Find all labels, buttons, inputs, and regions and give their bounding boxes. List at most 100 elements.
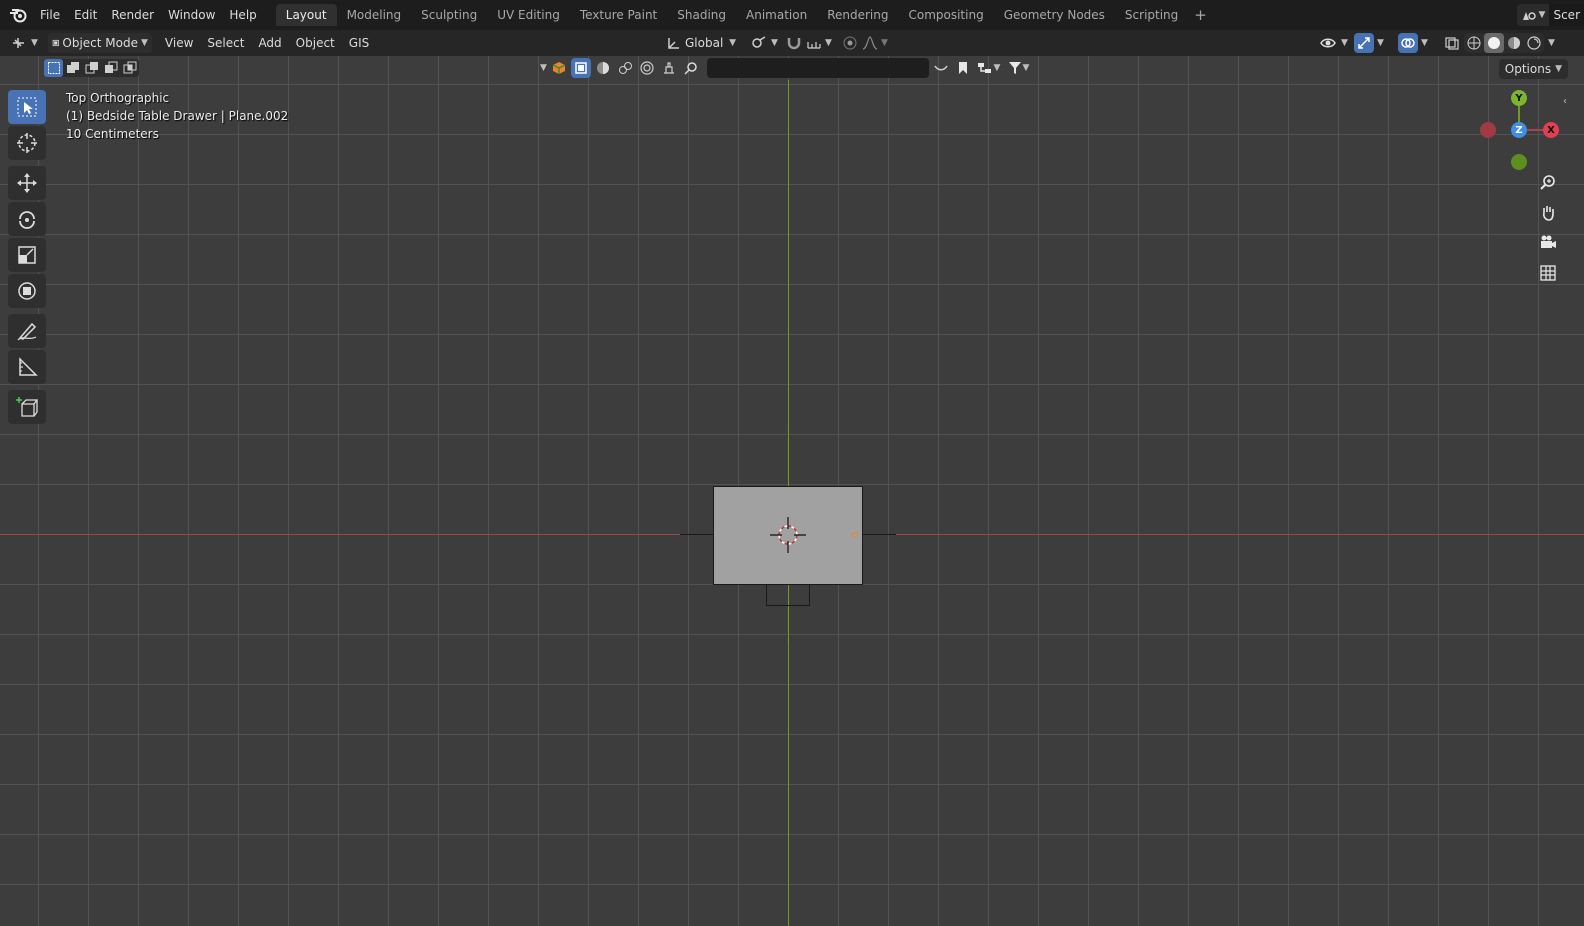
object-edge-left — [680, 534, 713, 535]
filter-funnel-icon[interactable]: ▼ — [1005, 58, 1033, 78]
scene-icon — [1522, 12, 1536, 20]
camera-view-button[interactable] — [1535, 230, 1561, 256]
add-cube-tool[interactable] — [8, 390, 46, 424]
chevron-down-icon: ▼ — [1555, 64, 1562, 74]
mode-dropdown[interactable]: Object Mode ▼ — [47, 33, 152, 53]
chevron-down-icon: ▼ — [141, 38, 148, 48]
object-cube-icon[interactable] — [549, 58, 569, 78]
tab-sculpting[interactable]: Sculpting — [411, 4, 487, 26]
select-intersect-icon[interactable] — [120, 59, 139, 77]
z-axis-ball[interactable]: Z — [1511, 122, 1527, 138]
chevron-down-icon[interactable]: ▼ — [540, 63, 547, 73]
menu-help[interactable]: Help — [222, 4, 263, 26]
neg-y-axis-ball[interactable] — [1511, 154, 1527, 170]
tab-geometry-nodes[interactable]: Geometry Nodes — [994, 4, 1115, 26]
chevron-down-icon: ▼ — [1341, 38, 1348, 48]
gizmo-icon — [1354, 33, 1374, 53]
neg-x-axis-ball[interactable] — [1480, 122, 1496, 138]
zoom-view-button[interactable] — [1535, 170, 1561, 196]
hand-icon — [1543, 206, 1554, 221]
sidebar-toggle-chevron-icon[interactable]: ‹ — [1563, 96, 1567, 107]
pan-view-button[interactable] — [1535, 200, 1561, 226]
options-dropdown[interactable]: Options ▼ — [1498, 59, 1568, 79]
camera-icon — [1541, 235, 1556, 248]
scene-data-icon[interactable] — [659, 58, 679, 78]
tab-modeling[interactable]: Modeling — [337, 4, 412, 26]
pivot-icon — [752, 36, 766, 48]
overlays-toggle[interactable]: ▼ — [1394, 33, 1432, 53]
transform-tool[interactable] — [8, 274, 46, 308]
transform-orientation-dropdown[interactable]: Global ▼ — [662, 33, 740, 53]
material-icon[interactable] — [593, 58, 613, 78]
falloff-dropdown[interactable]: ▼ — [858, 33, 892, 53]
drawer-handle-outline[interactable] — [766, 585, 810, 606]
select-box-tool[interactable] — [8, 90, 46, 124]
select-subtract-icon[interactable] — [82, 59, 101, 77]
menu-window[interactable]: Window — [161, 4, 222, 26]
navigation-gizmo[interactable]: X Y Z — [1478, 88, 1564, 174]
tab-compositing[interactable]: Compositing — [898, 4, 993, 26]
tab-texture-paint[interactable]: Texture Paint — [570, 4, 667, 26]
tab-animation[interactable]: Animation — [736, 4, 817, 26]
object-origin-point[interactable] — [852, 532, 858, 538]
scene-name[interactable]: Scer — [1549, 4, 1584, 26]
solid-shading-icon[interactable] — [1484, 33, 1504, 53]
overlays-icon — [1398, 33, 1418, 53]
menu-view[interactable]: View — [158, 36, 200, 50]
scale-tool[interactable] — [8, 238, 46, 272]
visibility-dropdown[interactable]: ▼ — [1316, 33, 1352, 53]
add-workspace-button[interactable]: + — [1188, 6, 1213, 24]
xray-toggle[interactable] — [1440, 33, 1464, 53]
world-icon[interactable] — [615, 58, 635, 78]
snap-target-dropdown[interactable]: ▼ — [802, 33, 836, 53]
wireframe-shading-icon[interactable] — [1464, 33, 1484, 53]
annotate-tool[interactable] — [8, 314, 46, 348]
top-bar: File Edit Render Window Help Layout Mode… — [0, 0, 1584, 30]
move-tool[interactable] — [8, 166, 46, 200]
menu-gis[interactable]: GIS — [342, 36, 376, 50]
rotate-tool[interactable] — [8, 202, 46, 236]
menu-object[interactable]: Object — [289, 36, 342, 50]
viewport-tool-header: ▼ ▼ ▼ Options ▼ — [0, 56, 1584, 80]
outliner-filter-tools: ▼ ▼ ▼ — [540, 58, 1033, 78]
chevron-down-icon: ▼ — [771, 38, 778, 48]
pivot-point-dropdown[interactable]: ▼ — [746, 33, 782, 53]
x-axis-ball[interactable]: X — [1543, 122, 1559, 138]
tab-shading[interactable]: Shading — [667, 4, 736, 26]
cursor-tool[interactable] — [8, 126, 46, 160]
material-preview-icon[interactable] — [1504, 33, 1524, 53]
bookmark-icon[interactable] — [953, 58, 973, 78]
tab-layout[interactable]: Layout — [275, 4, 337, 26]
y-axis-ball[interactable]: Y — [1511, 90, 1527, 106]
gizmo-toggle[interactable]: ▼ — [1350, 33, 1388, 53]
object-data-icon[interactable] — [570, 58, 591, 78]
hierarchy-icon[interactable]: ▼ — [975, 58, 1003, 78]
menu-render[interactable]: Render — [104, 4, 161, 26]
tab-uv-editing[interactable]: UV Editing — [487, 4, 570, 26]
tab-rendering[interactable]: Rendering — [817, 4, 898, 26]
menu-file[interactable]: File — [33, 4, 67, 26]
options-label: Options — [1504, 62, 1552, 76]
menu-select[interactable]: Select — [200, 36, 251, 50]
scene-dropdown-button[interactable]: ▼ — [1516, 4, 1550, 26]
shading-options-chevron-icon[interactable]: ▼ — [1548, 38, 1555, 48]
menu-edit[interactable]: Edit — [67, 4, 104, 26]
blender-logo-icon[interactable] — [7, 4, 29, 26]
mode-label: Object Mode — [62, 36, 138, 50]
select-extend-icon[interactable] — [63, 59, 82, 77]
rendered-shading-icon[interactable] — [1524, 33, 1544, 53]
search-input[interactable] — [706, 58, 929, 78]
proportional-edit-icon — [843, 36, 857, 50]
texture-icon[interactable] — [637, 58, 657, 78]
editor-type-button[interactable]: ▼ — [8, 33, 42, 53]
menu-add[interactable]: Add — [251, 36, 288, 50]
toggle-perspective-button[interactable] — [1535, 260, 1561, 286]
select-invert-icon[interactable] — [101, 59, 120, 77]
measure-tool[interactable] — [8, 350, 46, 384]
3d-cursor-icon[interactable] — [770, 517, 806, 553]
tool-shelf — [8, 90, 48, 426]
tab-scripting[interactable]: Scripting — [1115, 4, 1188, 26]
chevron-down-icon: ▼ — [881, 38, 888, 48]
select-new-icon[interactable] — [44, 59, 63, 77]
filter-sync-icon[interactable] — [931, 58, 951, 78]
